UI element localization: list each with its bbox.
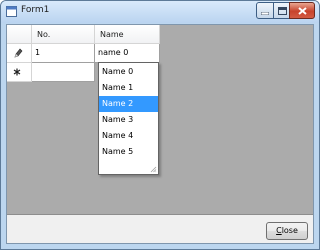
name-dropdown-list[interactable]: Name 0 Name 1 Name 2 Name 3 Name 4 Name … bbox=[98, 62, 159, 175]
column-header-no-label: No. bbox=[37, 30, 51, 39]
minimize-icon bbox=[261, 12, 269, 15]
window-close-button[interactable] bbox=[289, 2, 315, 19]
maximize-button[interactable] bbox=[273, 2, 290, 19]
form-client-area: No. Name 1 name 0 Name 0 Name 1 Name 2 N… bbox=[6, 24, 314, 244]
maximize-icon bbox=[278, 7, 287, 15]
dropdown-option[interactable]: Name 3 bbox=[99, 112, 158, 128]
column-header-name[interactable]: Name bbox=[95, 25, 160, 44]
cell-no-row-1-value: 1 bbox=[35, 48, 41, 57]
cell-no-row-1[interactable]: 1 bbox=[32, 44, 95, 63]
window-title: Form1 bbox=[21, 5, 50, 15]
row-header-new[interactable] bbox=[7, 63, 32, 82]
dropdown-option[interactable]: Name 4 bbox=[99, 128, 158, 144]
minimize-button[interactable] bbox=[256, 2, 274, 19]
cell-no-new-row[interactable] bbox=[32, 63, 95, 82]
cell-name-row-1[interactable]: name 0 bbox=[95, 44, 160, 63]
data-grid[interactable]: No. Name 1 name 0 Name 0 Name 1 Name 2 N… bbox=[7, 25, 313, 215]
asterisk-icon bbox=[13, 68, 21, 76]
dropdown-option[interactable]: Name 1 bbox=[99, 80, 158, 96]
grid-corner-header[interactable] bbox=[7, 25, 32, 44]
cell-name-row-1-value: name 0 bbox=[98, 48, 129, 57]
dropdown-option-selected[interactable]: Name 2 bbox=[99, 96, 158, 112]
column-header-no[interactable]: No. bbox=[32, 25, 95, 44]
main-window: Form1 No. Name 1 name 0 Name 0 Name 1 Na… bbox=[0, 0, 320, 250]
pencil-icon bbox=[14, 48, 23, 58]
resize-grip-icon[interactable] bbox=[149, 165, 157, 173]
column-header-name-label: Name bbox=[100, 30, 124, 39]
app-window-icon bbox=[6, 6, 17, 17]
close-button[interactable]: Close bbox=[266, 222, 308, 240]
close-button-label: Close bbox=[276, 226, 298, 235]
title-bar[interactable]: Form1 bbox=[1, 1, 319, 23]
close-icon bbox=[298, 7, 307, 15]
dropdown-option[interactable]: Name 0 bbox=[99, 64, 158, 80]
row-header-1[interactable] bbox=[7, 44, 32, 63]
dropdown-option[interactable]: Name 5 bbox=[99, 144, 158, 160]
